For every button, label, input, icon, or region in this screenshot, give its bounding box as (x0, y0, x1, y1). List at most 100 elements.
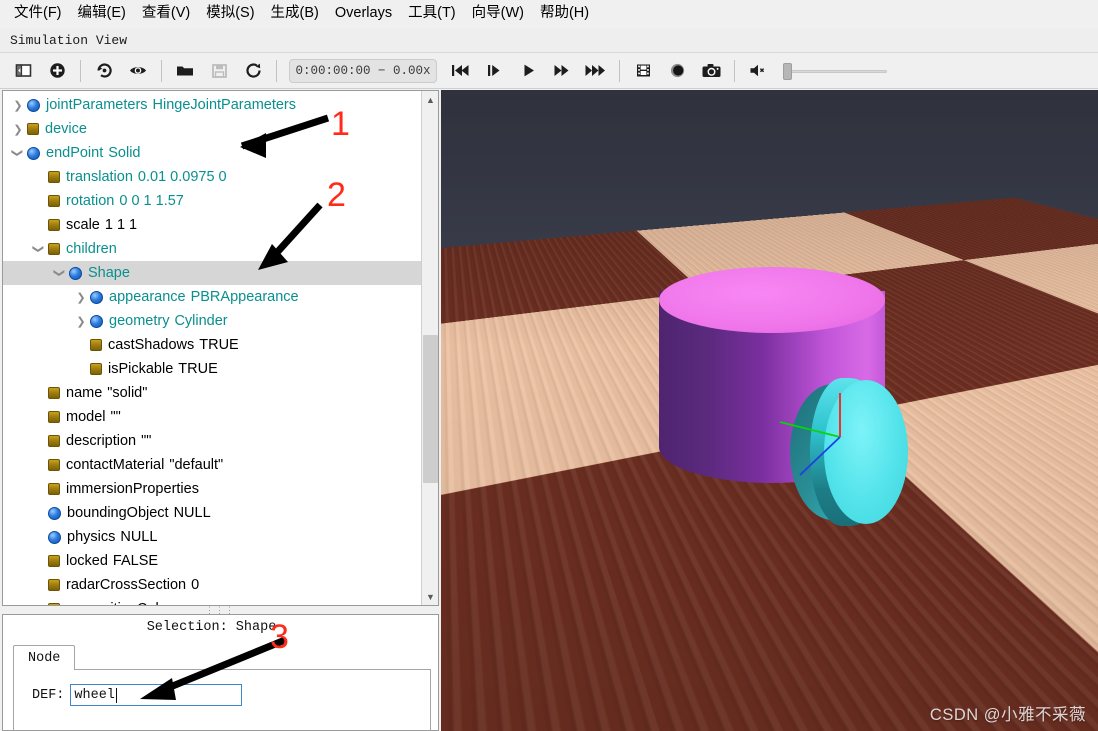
tree-row-label: locked (66, 553, 108, 569)
fast-button[interactable] (545, 56, 579, 86)
tree-row[interactable]: locked FALSE (3, 549, 422, 573)
tree-row[interactable]: ❯geometryCylinder (3, 309, 422, 333)
record-button[interactable] (660, 56, 694, 86)
field-box-icon (27, 123, 39, 135)
menu-item-wizards[interactable]: 向导(W) (464, 3, 532, 25)
volume-slider[interactable] (783, 60, 887, 82)
field-editor-panel: Selection: Shape Node DEF: wheel (2, 614, 439, 731)
rewind-button[interactable] (443, 56, 477, 86)
volume-track (783, 70, 887, 73)
tree-row[interactable]: model"" (3, 405, 422, 429)
make-movie-button[interactable] (626, 56, 660, 86)
view-button[interactable] (121, 56, 155, 86)
tree-row-label: model (66, 409, 106, 425)
chevron-right-icon[interactable]: ❯ (9, 117, 27, 141)
tab-node[interactable]: Node (13, 645, 75, 670)
tree-row[interactable]: recognitionColors (3, 597, 422, 605)
tree-row[interactable]: description"" (3, 429, 422, 453)
node-sphere-icon (90, 315, 103, 328)
translation-gizmo[interactable] (772, 377, 892, 497)
panel-splitter[interactable]: ⋮⋮⋮ (0, 606, 440, 614)
tree-row[interactable]: immersionProperties (3, 477, 422, 501)
tree-row[interactable]: scale1 1 1 (3, 213, 422, 237)
simulation-3d-view[interactable]: CSDN @小雅不采薇 (441, 90, 1098, 731)
tree-row[interactable]: radarCrossSection0 (3, 573, 422, 597)
chevron-down-icon[interactable]: ❯ (6, 144, 30, 162)
tree-row[interactable]: castShadowsTRUE (3, 333, 422, 357)
chevron-right-icon[interactable]: ❯ (72, 309, 90, 333)
play-button[interactable] (511, 56, 545, 86)
tree-row[interactable]: ❯ endPoint Solid (3, 141, 422, 165)
menu-item-tools[interactable]: 工具(T) (400, 3, 464, 25)
tree-row[interactable]: isPickableTRUE (3, 357, 422, 381)
screenshot-button[interactable] (694, 56, 728, 86)
add-node-button[interactable] (40, 56, 74, 86)
toolbar-separator (80, 60, 81, 82)
step-button[interactable] (477, 56, 511, 86)
simulation-time-display[interactable]: 0:00:00:00 − 0.00x (289, 59, 437, 83)
tree-row[interactable]: name"solid" (3, 381, 422, 405)
tree-row[interactable]: physicsNULL (3, 525, 422, 549)
menu-item-overlays[interactable]: Overlays (327, 3, 400, 25)
chevron-right-icon[interactable]: ❯ (72, 285, 90, 309)
save-world-button[interactable] (202, 56, 236, 86)
menu-item-view[interactable]: 查看(V) (134, 3, 198, 25)
scroll-thumb[interactable] (423, 335, 438, 483)
tree-row[interactable]: boundingObjectNULL (3, 501, 422, 525)
toolbar-separator (734, 60, 735, 82)
purple-cylinder-top (659, 267, 885, 333)
def-input[interactable]: wheel (70, 684, 242, 706)
tree-row[interactable]: translation0.01 0.0975 0 (3, 165, 422, 189)
menu-bar: 文件(F) 编辑(E) 查看(V) 模拟(S) 生成(B) Overlays 工… (0, 0, 1098, 28)
tree-row-label: endPoint (46, 145, 103, 161)
volume-thumb[interactable] (783, 63, 792, 80)
menu-item-simulation[interactable]: 模拟(S) (198, 3, 262, 25)
menu-item-file[interactable]: 文件(F) (6, 3, 70, 25)
field-box-icon (48, 411, 60, 423)
menu-item-build[interactable]: 生成(B) (263, 3, 327, 25)
revert-icon (95, 61, 114, 80)
run-button[interactable] (579, 56, 613, 86)
save-icon (210, 61, 229, 80)
tree-row-label: device (45, 121, 87, 137)
tree-row[interactable]: ❯ children (3, 237, 422, 261)
tree-row[interactable]: rotation0 0 1 1.57 (3, 189, 422, 213)
gizmo-axis-y (780, 422, 840, 437)
field-box-icon (48, 603, 60, 605)
tree-row[interactable]: contactMaterial"default" (3, 453, 422, 477)
tree-row-value: "default" (169, 457, 223, 473)
toggle-panel-button[interactable] (6, 56, 40, 86)
annotation-number-1: 1 (331, 107, 350, 141)
play-icon (519, 61, 538, 80)
gizmo-axis-z (800, 437, 840, 475)
tree-row[interactable]: ❯jointParametersHingeJointParameters (3, 93, 422, 117)
step-icon (484, 61, 504, 80)
run-icon (584, 61, 608, 80)
chevron-down-icon[interactable]: ❯ (27, 240, 51, 258)
scene-tree-scrollbar[interactable]: ▲ ▼ (421, 91, 438, 605)
chevron-down-icon[interactable]: ❯ (48, 264, 72, 282)
def-input-value: wheel (74, 688, 115, 703)
open-world-button[interactable] (168, 56, 202, 86)
tree-row[interactable]: ❯ device (3, 117, 422, 141)
tree-row[interactable]: ❯Shape (3, 261, 422, 285)
tree-row-label: jointParameters (46, 97, 148, 113)
reset-simulation-button[interactable] (236, 56, 270, 86)
tree-row[interactable]: ❯appearancePBRAppearance (3, 285, 422, 309)
revert-button[interactable] (87, 56, 121, 86)
scene-tree-list[interactable]: ❯jointParametersHingeJointParameters❯dev… (3, 91, 422, 605)
scroll-down-button[interactable]: ▼ (422, 588, 439, 605)
menu-item-help[interactable]: 帮助(H) (532, 3, 597, 25)
tree-row-value: Solid (108, 145, 140, 161)
tree-row-value: 0.01 0.0975 0 (138, 169, 227, 185)
tree-row-label: physics (67, 529, 115, 545)
menu-item-edit[interactable]: 编辑(E) (70, 3, 134, 25)
tree-row-value: FALSE (113, 553, 158, 569)
scroll-up-button[interactable]: ▲ (422, 91, 439, 108)
tree-row-label: children (66, 241, 117, 257)
chevron-right-icon[interactable]: ❯ (9, 93, 27, 117)
main-toolbar: 0:00:00:00 − 0.00x (0, 53, 1098, 89)
toggle-panel-icon (14, 61, 33, 80)
sound-button[interactable] (741, 56, 775, 86)
field-box-icon (48, 555, 60, 567)
